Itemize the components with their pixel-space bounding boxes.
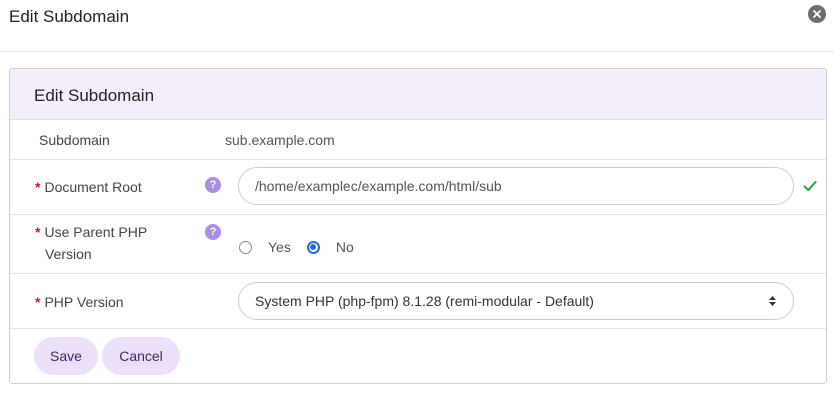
use-parent-php-label-line1: Use Parent PHP	[44, 224, 148, 240]
required-mark: *	[35, 294, 41, 310]
dialog-header: Edit Subdomain	[0, 0, 834, 52]
use-parent-php-label: * Use Parent PHP Version	[35, 221, 147, 265]
panel-title: Edit Subdomain	[34, 86, 155, 105]
radio-no-label[interactable]: No	[336, 239, 354, 255]
dialog-title: Edit Subdomain	[9, 7, 130, 26]
document-root-input[interactable]	[238, 167, 794, 205]
close-icon	[813, 10, 821, 18]
cancel-button[interactable]: Cancel	[102, 337, 180, 375]
required-mark: *	[35, 179, 41, 195]
use-parent-php-radio-group: Yes No	[239, 237, 370, 257]
php-version-row: * PHP Version System PHP (php-fpm) 8.1.28…	[10, 274, 826, 329]
use-parent-php-row: * Use Parent PHP Version ? Yes No	[10, 215, 826, 274]
help-icon[interactable]: ?	[205, 177, 221, 193]
check-icon	[803, 180, 817, 192]
edit-subdomain-panel: Edit Subdomain Subdomain sub.example.com…	[9, 68, 827, 384]
radio-no[interactable]	[306, 240, 320, 254]
document-root-row: * Document Root ?	[10, 160, 826, 215]
php-version-select[interactable]: System PHP (php-fpm) 8.1.28 (remi-modula…	[238, 282, 794, 320]
close-button[interactable]	[808, 5, 826, 23]
subdomain-label: Subdomain	[39, 132, 110, 148]
php-version-selected: System PHP (php-fpm) 8.1.28 (remi-modula…	[255, 293, 594, 309]
required-mark: *	[35, 224, 41, 240]
document-root-label-text: Document Root	[44, 179, 142, 195]
help-icon[interactable]: ?	[205, 224, 221, 240]
radio-yes[interactable]	[239, 240, 252, 254]
php-version-label: * PHP Version	[35, 291, 124, 313]
panel-heading: Edit Subdomain	[10, 69, 826, 120]
radio-yes-label[interactable]: Yes	[268, 239, 291, 255]
save-button[interactable]: Save	[34, 337, 98, 375]
select-arrows-icon	[769, 296, 776, 306]
document-root-label: * Document Root	[35, 176, 142, 198]
subdomain-row: Subdomain sub.example.com	[10, 120, 826, 160]
subdomain-value: sub.example.com	[225, 132, 335, 148]
use-parent-php-label-line2: Version	[45, 246, 92, 262]
php-version-label-text: PHP Version	[44, 294, 124, 310]
